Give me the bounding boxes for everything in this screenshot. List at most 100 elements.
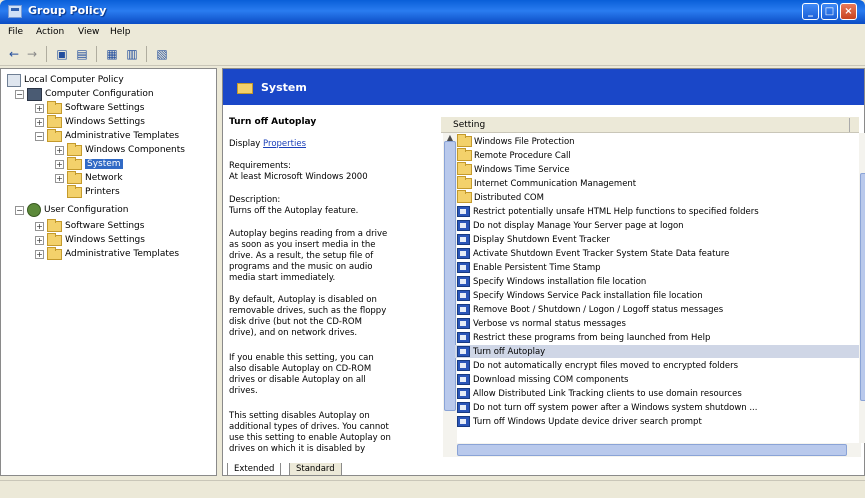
list-horizontal-scrollbar[interactable]	[443, 443, 861, 457]
scrollbar-thumb[interactable]	[444, 141, 456, 411]
description-text: If you enable this setting, you can	[229, 353, 374, 363]
tab-standard[interactable]: Standard	[289, 463, 342, 476]
description-text: disk drive (but not the CD-ROM	[229, 317, 362, 327]
expand-icon[interactable]: +	[35, 249, 44, 259]
description-text: programs and the music on audio	[229, 262, 373, 272]
list-item[interactable]: Download missing COM components	[457, 373, 628, 386]
setting-icon	[457, 360, 470, 371]
title-bar: Group Policy _ □ ×	[0, 0, 865, 24]
description-text: By default, Autoplay is disabled on	[229, 295, 377, 305]
list-item[interactable]: Do not turn off system power after a Win…	[457, 401, 757, 414]
close-button[interactable]: ×	[840, 3, 857, 20]
tree-item-user-administrative-templates[interactable]: + Administrative Templates	[35, 246, 179, 261]
scrollbar-thumb[interactable]	[457, 444, 847, 456]
list-item[interactable]: Restrict potentially unsafe HTML Help fu…	[457, 205, 759, 218]
list-item[interactable]: Verbose vs normal status messages	[457, 317, 626, 330]
up-folder-icon[interactable]: ▣	[54, 46, 70, 62]
list-item[interactable]: Restrict these programs from being launc…	[457, 331, 710, 344]
folder-icon	[47, 246, 62, 260]
description-text: drives.	[229, 386, 258, 396]
list-item[interactable]: Remove Boot / Shutdown / Logon / Logoff …	[457, 303, 723, 316]
list-item[interactable]: Activate Shutdown Event Tracker System S…	[457, 247, 729, 260]
tree-item-user-software-settings[interactable]: + Software Settings	[35, 218, 144, 233]
toolbar-divider	[146, 46, 147, 62]
description-text: as soon as you insert media in the	[229, 240, 376, 250]
list-item[interactable]: Do not display Manage Your Server page a…	[457, 219, 684, 232]
minimize-button[interactable]: _	[802, 3, 819, 20]
tree-item-user-configuration[interactable]: − User Configuration	[15, 203, 128, 217]
show-hide-tree-icon[interactable]: ▤	[74, 46, 90, 62]
console-tree[interactable]: Local Computer Policy − Computer Configu…	[0, 68, 217, 476]
expand-icon[interactable]: +	[35, 103, 44, 113]
tree-item-software-settings[interactable]: + Software Settings	[35, 100, 144, 115]
expand-icon[interactable]: +	[55, 145, 64, 155]
app-icon	[8, 5, 22, 18]
tree-item-user-windows-settings[interactable]: + Windows Settings	[35, 232, 145, 247]
toolbar-divider	[96, 46, 97, 62]
expand-icon[interactable]: +	[55, 159, 64, 169]
tree-item-administrative-templates[interactable]: − Administrative Templates	[35, 128, 179, 143]
menu-help[interactable]: Help	[110, 27, 131, 37]
list-item-selected[interactable]: Turn off Autoplay	[455, 345, 859, 358]
folder-icon	[47, 218, 62, 232]
column-divider[interactable]	[849, 118, 850, 132]
menu-file[interactable]: File	[8, 27, 23, 37]
list-vertical-scrollbar[interactable]	[859, 133, 865, 443]
list-item[interactable]: Allow Distributed Link Tracking clients …	[457, 387, 742, 400]
tree-item-printers[interactable]: Printers	[67, 184, 120, 199]
setting-icon	[457, 388, 470, 399]
description-text: This setting disables Autoplay on	[229, 411, 370, 421]
list-item[interactable]: Display Shutdown Event Tracker	[457, 233, 610, 246]
folder-icon	[67, 156, 82, 170]
pane-header: System	[223, 69, 864, 105]
list-item[interactable]: Specify Windows installation file locati…	[457, 275, 646, 288]
list-item[interactable]: Windows Time Service	[457, 162, 570, 176]
expand-icon[interactable]: +	[35, 117, 44, 127]
collapse-icon[interactable]: −	[15, 89, 24, 99]
description-scrollbar[interactable]: ▲	[443, 133, 457, 443]
properties-link[interactable]: Properties	[263, 139, 306, 149]
tree-item-local-computer-policy[interactable]: Local Computer Policy	[7, 73, 124, 87]
setting-icon	[457, 318, 470, 329]
setting-icon	[457, 234, 470, 245]
help-icon[interactable]: ▧	[154, 46, 170, 62]
scrollbar-thumb[interactable]	[860, 173, 865, 401]
collapse-icon[interactable]: −	[15, 205, 24, 215]
column-header-setting[interactable]: Setting	[441, 117, 859, 133]
description-text: drives on which it is disabled by	[229, 444, 366, 454]
folder-icon	[67, 170, 82, 184]
list-item[interactable]: Turn off Windows Update device driver se…	[457, 415, 702, 428]
menu-view[interactable]: View	[78, 27, 99, 37]
tab-extended[interactable]: Extended	[227, 463, 282, 476]
description-text: additional types of drives. You cannot	[229, 422, 389, 432]
expand-icon[interactable]: +	[35, 221, 44, 231]
tree-item-windows-components[interactable]: + Windows Components	[55, 142, 185, 157]
list-item[interactable]: Remote Procedure Call	[457, 148, 571, 162]
expand-icon[interactable]: +	[35, 235, 44, 245]
setting-icon	[457, 304, 470, 315]
settings-list[interactable]: Setting ▲ Windows File Protection Remote…	[439, 105, 865, 459]
list-item[interactable]: Enable Persistent Time Stamp	[457, 261, 601, 274]
folder-icon	[47, 100, 62, 114]
forward-arrow-icon[interactable]: →	[24, 46, 40, 62]
list-item[interactable]: Internet Communication Management	[457, 176, 636, 190]
expand-icon[interactable]: +	[55, 173, 64, 183]
tree-item-network[interactable]: + Network	[55, 170, 123, 185]
details-pane: System Turn off Autoplay Display Propert…	[222, 68, 865, 476]
description-text: Turns off the Autoplay feature.	[229, 206, 359, 216]
list-item[interactable]: Distributed COM	[457, 190, 544, 204]
list-item[interactable]: Windows File Protection	[457, 134, 575, 148]
pane-title: System	[261, 81, 307, 94]
back-arrow-icon[interactable]: ←	[6, 46, 22, 62]
list-item[interactable]: Specify Windows Service Pack installatio…	[457, 289, 703, 302]
export-list-icon[interactable]: ▥	[124, 46, 140, 62]
maximize-button[interactable]: □	[821, 3, 838, 20]
folder-icon	[237, 83, 253, 94]
tree-item-system[interactable]: + System	[55, 156, 123, 171]
list-item[interactable]: Do not automatically encrypt files moved…	[457, 359, 738, 372]
tree-item-computer-configuration[interactable]: − Computer Configuration	[15, 87, 154, 101]
menu-action[interactable]: Action	[36, 27, 64, 37]
properties-icon[interactable]: ▦	[104, 46, 120, 62]
tree-item-windows-settings[interactable]: + Windows Settings	[35, 114, 145, 129]
collapse-icon[interactable]: −	[35, 131, 44, 141]
